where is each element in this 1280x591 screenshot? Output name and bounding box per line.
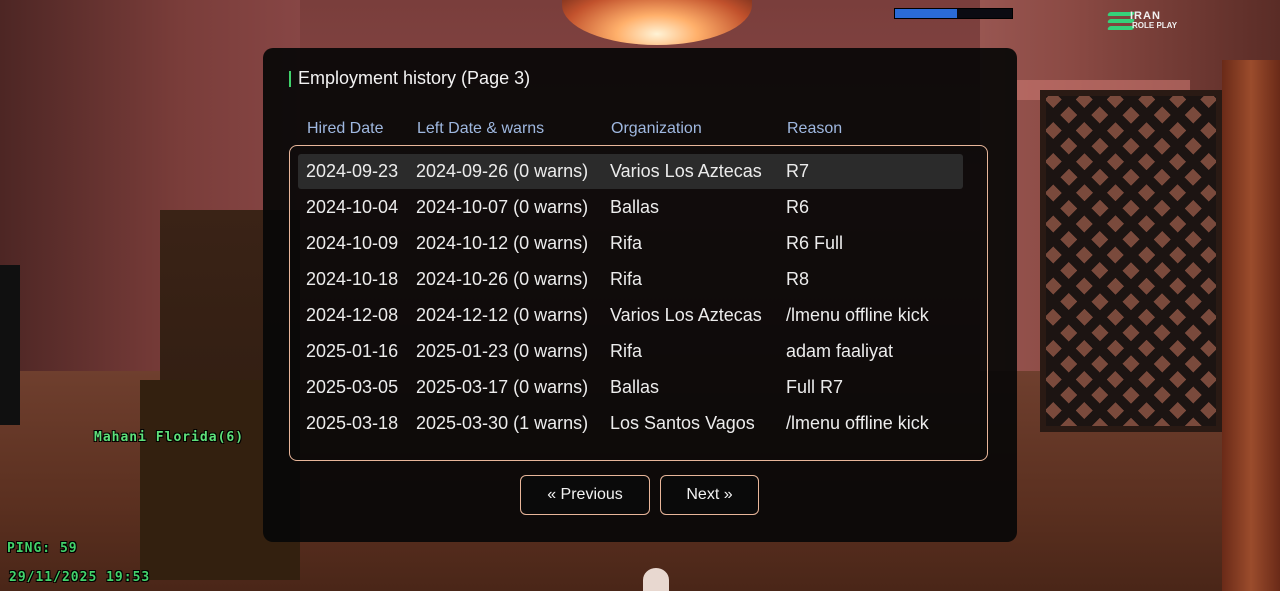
cell-left-date: 2024-10-07 (0 warns) xyxy=(416,197,589,217)
history-list[interactable]: 2024-09-23 2024-09-26 (0 warns) Varios Los… xyxy=(289,145,988,461)
employment-history-dialog: Employment history (Page 3) Hired Date L… xyxy=(263,48,1017,542)
cell-hired-date: 2024-10-04 xyxy=(306,197,399,217)
cell-hired-date: 2024-10-09 xyxy=(306,233,399,253)
cell-left-date: 2024-10-26 (0 warns) xyxy=(416,269,589,289)
cell-hired-date: 2024-09-23 xyxy=(306,161,399,181)
cell-organization: Los Santos Vagos xyxy=(610,413,755,433)
cell-reason: /lmenu offline kick xyxy=(786,413,929,433)
column-header-left-date: Left Date & warns xyxy=(417,120,545,137)
cell-hired-date: 2024-10-18 xyxy=(306,269,399,289)
list-row[interactable]: 2024-10-18 2024-10-26 (0 warns) Rifa R8 xyxy=(298,262,963,297)
list-row[interactable]: 2024-09-23 2024-09-26 (0 warns) Varios Los… xyxy=(298,154,963,189)
cell-hired-date: 2025-03-18 xyxy=(306,413,399,433)
cell-reason: R7 xyxy=(786,161,810,181)
cell-reason: Full R7 xyxy=(786,377,844,397)
list-row[interactable]: 2025-03-18 2025-03-30 (1 warns) Los Santos… xyxy=(298,406,963,441)
cell-organization: Rifa xyxy=(610,233,643,253)
lattice-room-divider xyxy=(1040,90,1222,432)
cell-reason: /lmenu offline kick xyxy=(786,305,929,325)
floor-object xyxy=(643,568,669,591)
dark-wall-panel xyxy=(0,265,20,425)
column-header-hired-date: Hired Date xyxy=(307,120,384,137)
next-page-button[interactable]: Next » xyxy=(660,475,759,515)
cell-left-date: 2024-09-26 (0 warns) xyxy=(416,161,589,181)
health-bar xyxy=(894,8,1013,19)
cell-reason: R8 xyxy=(786,269,810,289)
previous-page-button[interactable]: « Previous xyxy=(520,475,650,515)
list-row[interactable]: 2025-01-16 2025-01-23 (0 warns) Rifa adam f… xyxy=(298,334,963,369)
cell-hired-date: 2025-03-05 xyxy=(306,377,399,397)
cell-reason: R6 Full xyxy=(786,233,844,253)
cell-left-date: 2025-03-17 (0 warns) xyxy=(416,377,589,397)
logo-line-2: ROLE PLAY xyxy=(1132,21,1178,30)
cell-organization: Varios Los Aztecas xyxy=(610,161,762,181)
cell-reason: R6 xyxy=(786,197,810,217)
ping-readout: PING: 59 xyxy=(7,541,78,556)
dialog-title: Employment history (Page 3) xyxy=(298,68,531,88)
cell-hired-date: 2024-12-08 xyxy=(306,305,399,325)
cell-organization: Ballas xyxy=(610,197,660,217)
column-header-organization: Organization xyxy=(611,120,702,137)
date-time-readout: 29/11/2025 19:53 xyxy=(9,570,151,585)
cell-reason: adam faaliyat xyxy=(786,341,894,361)
health-bar-fill xyxy=(895,9,957,18)
list-row[interactable]: 2024-10-09 2024-10-12 (0 warns) Rifa R6 Ful… xyxy=(298,226,963,261)
cell-hired-date: 2025-01-16 xyxy=(306,341,399,361)
server-logo: IRAN ROLE PLAY xyxy=(1106,8,1198,34)
cell-organization: Ballas xyxy=(610,377,660,397)
cell-left-date: 2025-01-23 (0 warns) xyxy=(416,341,589,361)
list-row[interactable]: 2025-03-05 2025-03-17 (0 warns) Ballas Full… xyxy=(298,370,963,405)
list-row[interactable]: 2024-12-08 2024-12-12 (0 warns) Varios Los… xyxy=(298,298,963,333)
cell-left-date: 2024-10-12 (0 warns) xyxy=(416,233,589,253)
player-name-tag: Mahani Florida(6) xyxy=(94,430,245,445)
cell-left-date: 2025-03-30 (1 warns) xyxy=(416,413,589,433)
cell-organization: Rifa xyxy=(610,269,643,289)
cell-left-date: 2024-12-12 (0 warns) xyxy=(416,305,589,325)
ceiling-lamp xyxy=(562,0,752,45)
cell-organization: Varios Los Aztecas xyxy=(610,305,762,325)
column-headers: Hired Date Left Date & warns Organizatio… xyxy=(263,120,1017,140)
list-row[interactable]: 2024-10-04 2024-10-07 (0 warns) Ballas R6 xyxy=(298,190,963,225)
cell-organization: Rifa xyxy=(610,341,643,361)
column-header-reason: Reason xyxy=(787,120,843,137)
door-frame xyxy=(1222,60,1280,591)
list-scrollbar[interactable] xyxy=(963,154,977,454)
